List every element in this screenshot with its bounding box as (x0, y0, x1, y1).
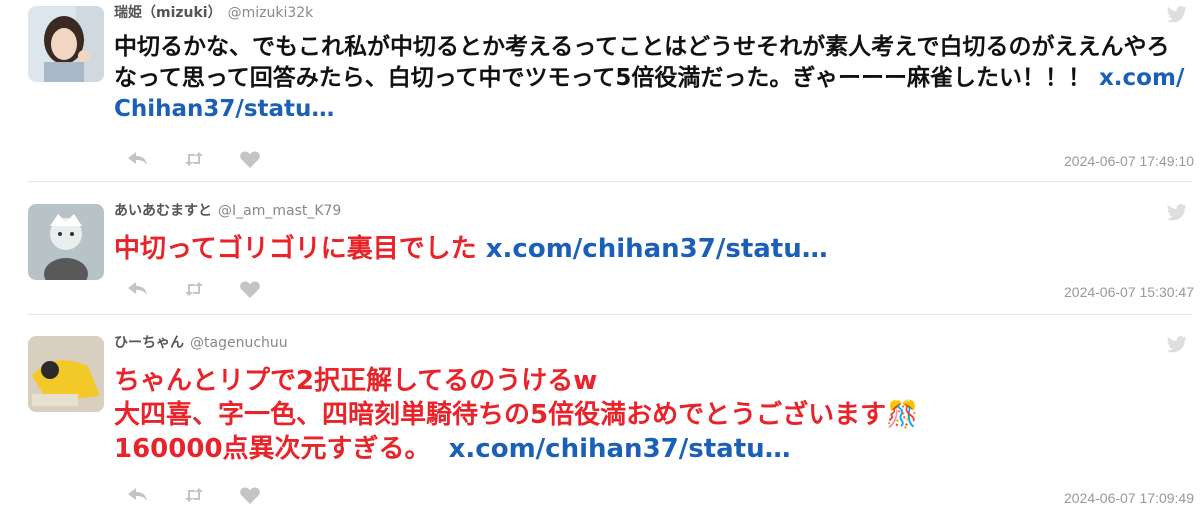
twitter-bird-icon (1166, 204, 1188, 222)
user-name[interactable]: あいあむますと (114, 203, 212, 219)
twitter-bird-icon (1166, 336, 1188, 354)
heart-icon[interactable] (238, 150, 262, 168)
tweet-text-line: 大四喜、字一色、四暗刻単騎待ちの5倍役満おめでとうございます🎊 (114, 400, 919, 430)
tweet-actions (126, 150, 262, 168)
user-handle[interactable]: @tagenuchuu (190, 335, 288, 351)
user-name[interactable]: ひーちゃん (114, 335, 184, 351)
tweet-text-content: 中切ってゴリゴリに裏目でした (114, 234, 477, 264)
tweet-text: 中切ってゴリゴリに裏目でした x.com/chihan37/statu… (114, 232, 1189, 266)
tweet-header: ひーちゃん @tagenuchuu (114, 334, 288, 352)
avatar[interactable] (28, 6, 104, 82)
tweet-link[interactable]: x.com/chihan37/statu… (449, 434, 791, 464)
tweet-text-line: ちゃんとリプで2択正解してるのうけるw (114, 366, 598, 396)
retweet-icon[interactable] (182, 280, 206, 298)
tweet-header: あいあむますと @I_am_mast_K79 (114, 202, 341, 220)
tweet-text-content: 中切るかな、でもこれ私が中切るとか考えるってことはどうせそれが素人考えで白切るの… (114, 34, 1170, 91)
user-handle[interactable]: @I_am_mast_K79 (218, 203, 341, 219)
tweet-text-content: 160000点異次元すぎる。 (114, 434, 431, 464)
tweet-2: あいあむますと @I_am_mast_K79 中切ってゴリゴリに裏目でした x.c… (0, 198, 1200, 316)
avatar[interactable] (28, 204, 104, 280)
twitter-bird-icon (1166, 6, 1188, 24)
user-name[interactable]: 瑞姫（mizuki） (114, 5, 222, 21)
tweet-text: 中切るかな、でもこれ私が中切るとか考えるってことはどうせそれが素人考えで白切るの… (114, 32, 1189, 125)
retweet-icon[interactable] (182, 150, 206, 168)
timestamp[interactable]: 2024-06-07 15:30:47 (1064, 284, 1194, 300)
tweet-divider (28, 314, 1192, 315)
tweet-text: ちゃんとリプで2択正解してるのうけるw 大四喜、字一色、四暗刻単騎待ちの5倍役満… (114, 364, 1189, 466)
avatar[interactable] (28, 336, 104, 412)
timestamp[interactable]: 2024-06-07 17:09:49 (1064, 490, 1194, 506)
user-handle[interactable]: @mizuki32k (228, 5, 314, 21)
reply-icon[interactable] (126, 486, 150, 504)
heart-icon[interactable] (238, 486, 262, 504)
tweet-actions (126, 280, 262, 298)
tweet-link[interactable]: x.com/chihan37/statu… (486, 234, 828, 264)
tweet-divider (28, 181, 1192, 182)
retweet-icon[interactable] (182, 486, 206, 504)
reply-icon[interactable] (126, 280, 150, 298)
tweet-3: ひーちゃん @tagenuchuu ちゃんとリプで2択正解してるのうけるw 大四喜… (0, 330, 1200, 530)
reply-icon[interactable] (126, 150, 150, 168)
tweet-1: 瑞姫（mizuki） @mizuki32k 中切るかな、でもこれ私が中切るとか考え… (0, 0, 1200, 182)
tweet-header: 瑞姫（mizuki） @mizuki32k (114, 4, 313, 22)
tweet-text-line: 160000点異次元すぎる。 x.com/chihan37/statu… (114, 432, 1189, 466)
heart-icon[interactable] (238, 280, 262, 298)
timestamp[interactable]: 2024-06-07 17:49:10 (1064, 153, 1194, 169)
tweet-actions (126, 486, 262, 504)
